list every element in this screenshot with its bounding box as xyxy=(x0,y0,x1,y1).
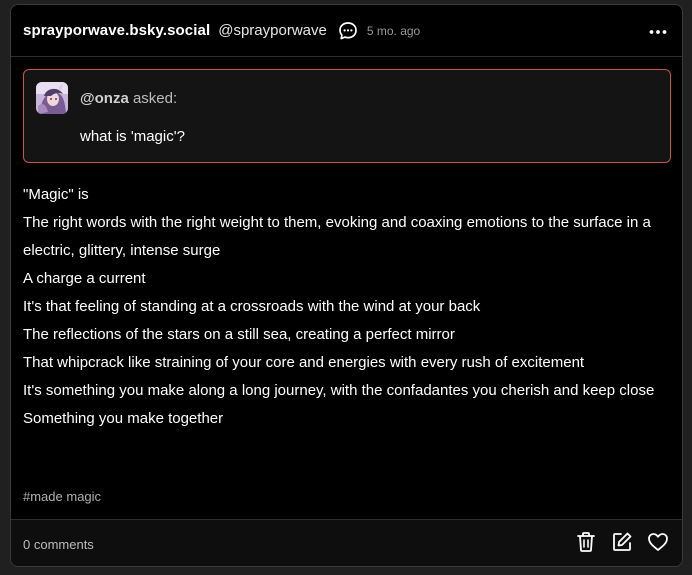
like-button[interactable] xyxy=(646,532,670,556)
post-timestamp: 5 mo. ago xyxy=(366,23,421,38)
trash-icon xyxy=(576,531,596,558)
comments-link[interactable]: 0 comments xyxy=(23,537,94,552)
asker-avatar[interactable] xyxy=(36,82,68,114)
body-line: A charge a current xyxy=(23,270,146,287)
more-horizontal-icon xyxy=(649,22,667,40)
body-line: "Magic" is xyxy=(23,186,89,203)
body-line: The right words with the right weight to… xyxy=(23,214,651,259)
asked-label: asked: xyxy=(132,90,178,107)
blog-handle[interactable]: @sprayporwave xyxy=(218,22,327,39)
heart-icon xyxy=(647,532,669,557)
post-tag[interactable]: #made magic xyxy=(23,489,101,504)
ask-box: @onza asked: what is 'magic'? xyxy=(23,69,671,163)
body-line: It's something you make along a long jou… xyxy=(23,382,655,399)
ask-question: what is 'magic'? xyxy=(80,128,185,145)
edit-button[interactable] xyxy=(610,532,634,556)
body-line: Something you make together xyxy=(23,410,224,427)
post-footer: 0 comments xyxy=(11,519,682,566)
post-header: sprayporwave.bsky.social @sprayporwave 5… xyxy=(11,5,682,57)
chat-bubble-icon[interactable] xyxy=(337,20,359,42)
post-card: sprayporwave.bsky.social @sprayporwave 5… xyxy=(10,4,683,567)
asker-name[interactable]: @onza xyxy=(80,90,129,107)
edit-icon xyxy=(611,531,633,558)
blog-name[interactable]: sprayporwave.bsky.social xyxy=(23,22,210,39)
asker-line: @onza asked: xyxy=(80,90,177,107)
post-actions xyxy=(574,531,670,558)
body-line: That whipcrack like straining of your co… xyxy=(23,354,585,371)
body-line: It's that feeling of standing at a cross… xyxy=(23,298,481,315)
more-options-button[interactable] xyxy=(646,19,670,43)
post-body: "Magic" is The right words with the righ… xyxy=(23,181,673,433)
body-line: The reflections of the stars on a still … xyxy=(23,326,455,343)
delete-button[interactable] xyxy=(574,531,598,558)
